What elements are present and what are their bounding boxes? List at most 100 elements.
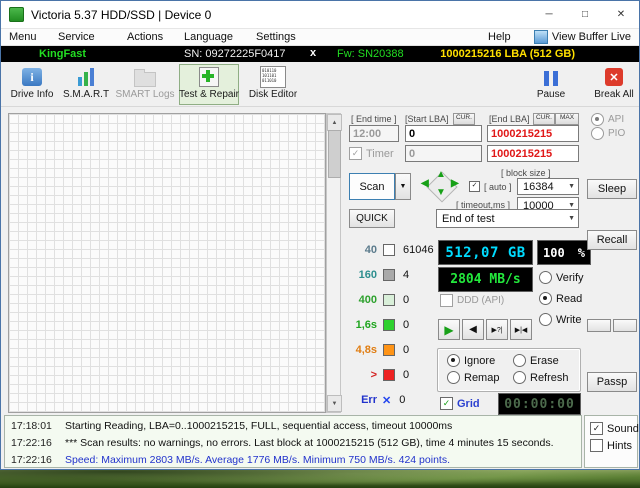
step-back-button[interactable]: ◀ — [462, 319, 484, 340]
scroll-down-button[interactable]: ▼ — [327, 395, 342, 412]
mode-read-radio[interactable]: Read — [539, 292, 582, 305]
device-firmware: Fw: SN20388 — [337, 48, 404, 60]
radio-circle — [513, 371, 526, 384]
pio-radio: PIO — [591, 127, 625, 140]
legend-count: 4 — [403, 269, 410, 281]
log-time: 17:22:16 — [11, 453, 52, 466]
break-all-label: Break All — [594, 89, 634, 100]
scroll-thumb[interactable] — [328, 130, 341, 178]
end-time-input[interactable] — [349, 125, 399, 142]
radio-circle — [447, 371, 460, 384]
pad-left-icon[interactable]: ◀ — [421, 178, 429, 189]
minimize-button[interactable]: ─ — [531, 1, 567, 28]
start-test-button[interactable]: ▶ — [438, 319, 460, 340]
pad-right-icon[interactable]: ▶ — [451, 178, 459, 189]
legend-row-err: Err ✕ 0 — [347, 393, 435, 407]
log-time: 17:18:01 — [11, 419, 52, 432]
legend-block — [383, 344, 395, 356]
pad-down-icon[interactable]: ▼ — [436, 187, 446, 198]
pause-button[interactable]: Pause — [533, 64, 569, 105]
end-lba-max-button[interactable]: MAX — [555, 113, 579, 125]
legend-count: 0 — [403, 319, 410, 331]
sound-label: Sound — [607, 422, 639, 435]
scan-dropdown-button[interactable]: ▼ — [395, 173, 411, 200]
block-size-combo[interactable]: 16384 ▼ — [517, 178, 579, 195]
legend-count: 0 — [403, 344, 410, 356]
drive-info-button[interactable]: i Drive Info — [9, 64, 55, 105]
end-lba-input[interactable] — [487, 125, 579, 142]
maximize-icon: □ — [581, 9, 589, 20]
direction-pad[interactable]: ▲ ▼ ◀ ▶ — [418, 169, 464, 203]
grid-checkbox[interactable]: ✓ Grid — [440, 397, 480, 410]
api-radio[interactable]: API — [591, 113, 624, 126]
timer-end-input[interactable] — [487, 145, 579, 162]
action-erase-radio[interactable]: Erase — [513, 354, 559, 367]
title-bar: Victoria 5.37 HDD/SSD | Device 0 ─ □ ✕ — [1, 1, 639, 29]
recall-button[interactable]: Recall — [587, 230, 637, 250]
test-repair-button[interactable]: Test & Repair — [179, 64, 239, 105]
sound-checkbox[interactable]: ✓ Sound — [590, 422, 639, 435]
menu-item-service[interactable]: Service — [58, 31, 95, 43]
menu-item-settings[interactable]: Settings — [256, 31, 296, 43]
pad-up-icon[interactable]: ▲ — [436, 169, 446, 180]
action-ignore-label: Ignore — [464, 354, 496, 367]
smart-button[interactable]: S.M.A.R.T — [61, 64, 111, 105]
action-refresh-radio[interactable]: Refresh — [513, 371, 569, 384]
end-of-test-value: End of test — [442, 212, 495, 225]
legend-row-40: 40 61046 — [347, 243, 435, 257]
legend-count: 0 — [399, 394, 406, 406]
scan-button[interactable]: Scan — [349, 173, 395, 200]
hints-checkbox[interactable]: Hints — [590, 439, 632, 452]
passp-button[interactable]: Passp — [587, 372, 637, 392]
menu-item-actions[interactable]: Actions — [127, 31, 163, 43]
start-lba-input[interactable] — [405, 125, 482, 142]
speed-display: 2804 MB/s — [438, 267, 533, 292]
maximize-button[interactable]: □ — [567, 1, 603, 28]
mode-verify-radio[interactable]: Verify — [539, 271, 584, 284]
start-lba-cur-button[interactable]: CUR. — [453, 113, 475, 125]
view-buffer-live[interactable]: View Buffer Live — [533, 30, 631, 44]
scroll-up-button[interactable]: ▲ — [327, 114, 342, 131]
auto-checkbox[interactable]: ✓ [ auto ] — [469, 181, 512, 192]
error-cross-icon: ✕ — [382, 394, 392, 407]
ddd-label: DDD (API) — [457, 295, 505, 306]
scroll-down-icon: ▼ — [331, 400, 338, 407]
skip-bad-button[interactable]: ▶?| — [486, 319, 508, 340]
scan-map — [8, 113, 326, 413]
timer-checkbox[interactable]: ✓ Timer — [349, 147, 394, 160]
timer-start-input[interactable] — [405, 145, 482, 162]
quick-button[interactable]: QUICK — [349, 209, 395, 228]
device-x-button[interactable]: x — [310, 47, 316, 59]
play-icon: ▶ — [444, 322, 454, 337]
aux-button-2 — [613, 319, 637, 332]
progress-unit: % — [577, 245, 585, 260]
mode-write-radio[interactable]: Write — [539, 313, 581, 326]
disk-editor-button[interactable]: 010110 101101 011010 Disk Editor — [245, 64, 301, 105]
menu-item-language[interactable]: Language — [184, 31, 233, 43]
log-time: 17:22:16 — [11, 436, 52, 449]
legend-block — [383, 269, 395, 281]
skip-end-button[interactable]: ▶|◀ — [510, 319, 532, 340]
desktop: Victoria 5.37 HDD/SSD | Device 0 ─ □ ✕ M… — [0, 0, 640, 488]
end-of-test-combo[interactable]: End of test ▼ — [436, 209, 579, 228]
pause-label: Pause — [536, 89, 566, 100]
log-entry: 17:18:01 Starting Reading, LBA=0..100021… — [11, 418, 577, 433]
action-ignore-radio[interactable]: Ignore — [447, 354, 495, 367]
mode-read-label: Read — [556, 292, 583, 305]
pause-icon — [544, 67, 558, 87]
break-all-button[interactable]: ✕ Break All — [591, 64, 637, 105]
log-message: *** Scan results: no warnings, no errors… — [65, 436, 554, 449]
log-message: Starting Reading, LBA=0..1000215215, FUL… — [65, 419, 453, 432]
close-button[interactable]: ✕ — [603, 1, 639, 28]
grid-scrollbar[interactable]: ▲ ▼ — [326, 113, 342, 413]
sleep-button[interactable]: Sleep — [587, 179, 637, 199]
window-title: Victoria 5.37 HDD/SSD | Device 0 — [31, 7, 212, 22]
app-icon — [9, 7, 24, 22]
drive-info-label: Drive Info — [10, 89, 54, 100]
end-lba-cur-button[interactable]: CUR. — [533, 113, 555, 125]
action-remap-radio[interactable]: Remap — [447, 371, 499, 384]
menu-item-menu[interactable]: Menu — [9, 31, 37, 43]
toolbar: i Drive Info S.M.A.R.T SMART Logs Test &… — [1, 62, 639, 107]
menu-item-help[interactable]: Help — [488, 31, 511, 43]
folder-icon — [134, 67, 156, 87]
